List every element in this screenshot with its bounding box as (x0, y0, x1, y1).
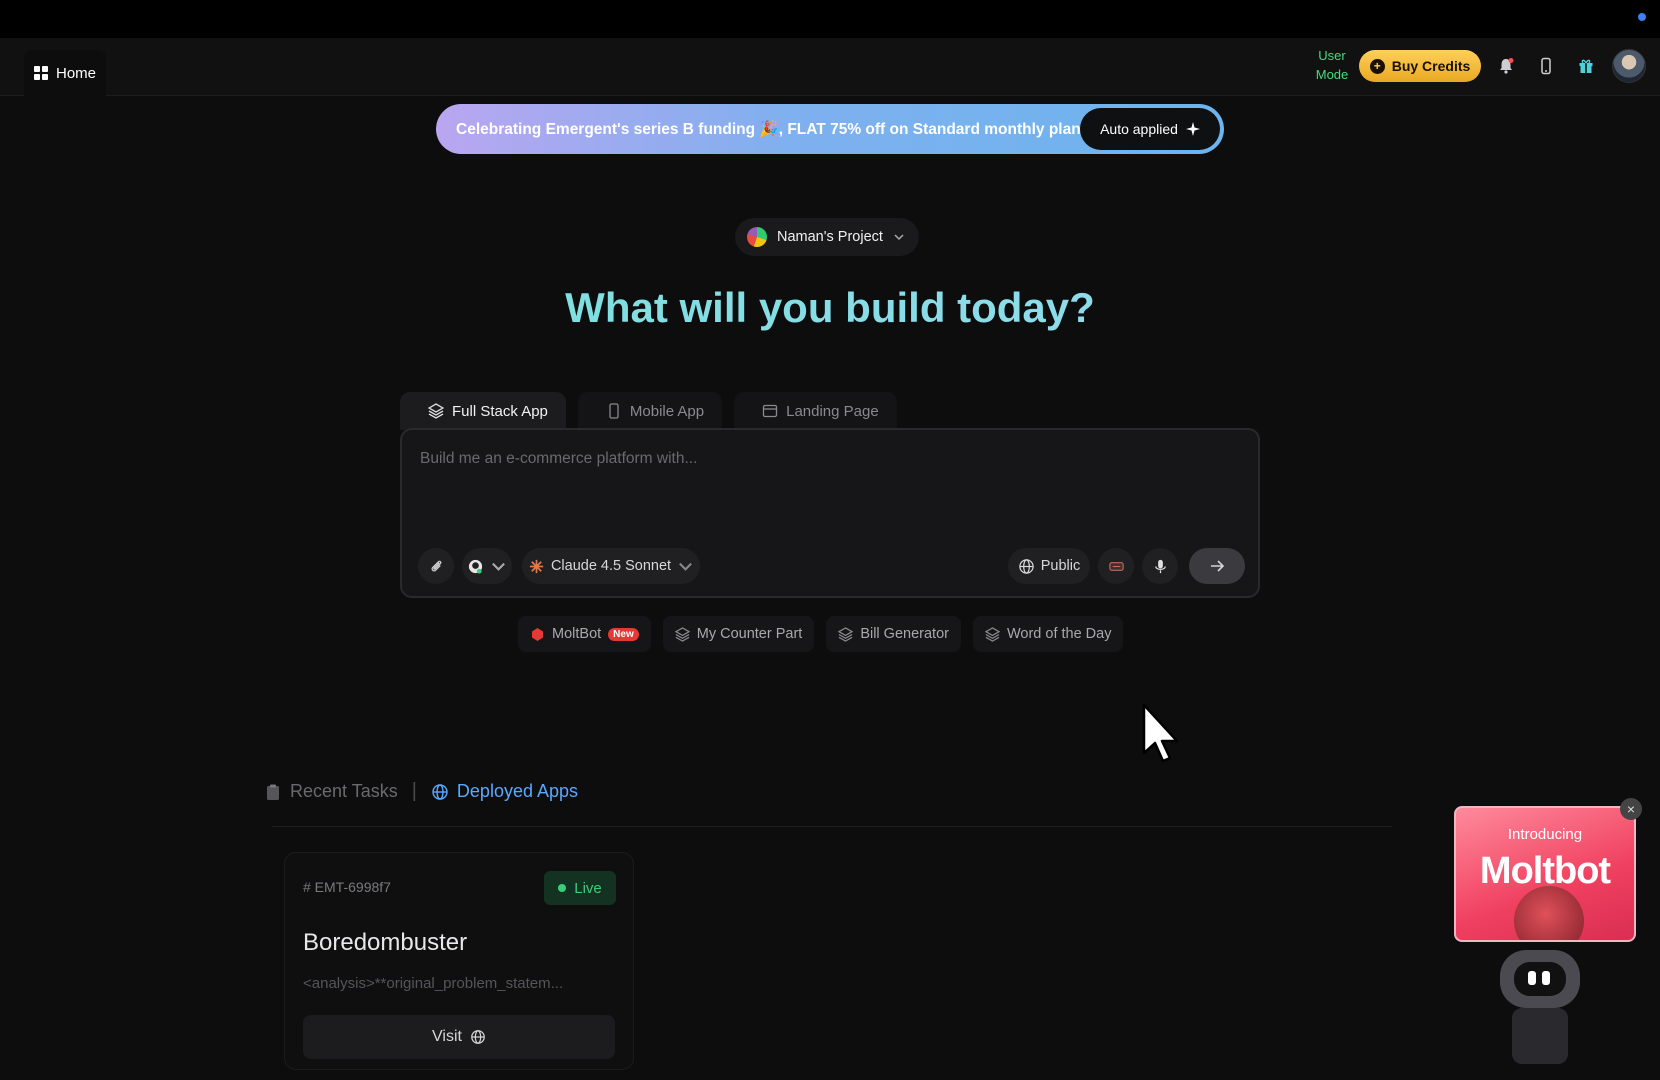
tab-label: Landing Page (786, 402, 879, 420)
buy-credits-label: Buy Credits (1391, 58, 1471, 74)
mcp-button[interactable] (1098, 548, 1134, 584)
mouse-pointer-icon (1142, 703, 1179, 763)
chip-moltbot[interactable]: MoltBot New (518, 616, 651, 652)
globe-icon (1019, 558, 1034, 574)
grid-icon (34, 66, 48, 80)
moltbot-icon (532, 627, 543, 641)
promo-banner: Celebrating Emergent's series B funding … (436, 104, 1224, 154)
banner-text: Celebrating Emergent's series B funding … (456, 120, 1085, 138)
tab-recent-tasks[interactable]: Recent Tasks (264, 781, 398, 802)
chip-word-of-the-day[interactable]: Word of the Day (972, 616, 1124, 652)
github-repo-selector[interactable] (462, 548, 512, 584)
tab-label: Recent Tasks (290, 781, 398, 801)
phone-icon (1541, 57, 1551, 75)
visit-button[interactable]: Visit (303, 1015, 615, 1059)
tab-deployed-apps[interactable]: Deployed Apps (431, 781, 578, 802)
window-icon (762, 404, 778, 418)
app-description: <analysis>**original_problem_statem... (303, 975, 564, 992)
app-type-tabs: Full Stack App Mobile App Landing Page (400, 392, 897, 430)
chip-label: Bill Generator (860, 626, 949, 642)
chip-label: My Counter Part (696, 626, 803, 642)
chip-label: MoltBot (552, 626, 602, 642)
close-icon[interactable]: × (1620, 798, 1642, 820)
app-title: Boredombuster (303, 929, 468, 956)
arrow-right-icon (1211, 560, 1225, 572)
home-label: Home (56, 64, 97, 82)
tab-mobile-app[interactable]: Mobile App (577, 392, 723, 430)
prompt-input[interactable] (420, 450, 1240, 510)
coin-icon: + (1369, 58, 1385, 74)
new-badge: New (608, 627, 639, 641)
chip-label: Word of the Day (1006, 626, 1112, 642)
prompt-composer: Claude 4.5 Sonnet Public (400, 428, 1260, 598)
app-id: # EMT-6998f7 (303, 879, 391, 895)
sparkle-icon (1185, 122, 1200, 136)
app-header: Home User Mode + Buy Credits (0, 38, 1660, 96)
phone-icon (609, 403, 619, 419)
section-divider (272, 826, 1392, 827)
project-selector[interactable]: Naman's Project (735, 218, 919, 256)
tab-separator: | (411, 780, 417, 802)
chevron-down-icon (894, 234, 904, 241)
layers-icon (838, 626, 854, 642)
layers-icon (674, 626, 690, 642)
home-tab[interactable]: Home (24, 50, 107, 96)
moltbot-promo-card[interactable]: Introducing Moltbot (1454, 806, 1636, 942)
mcp-icon (1108, 561, 1124, 571)
chip-bill-generator[interactable]: Bill Generator (826, 616, 961, 652)
project-orb-icon (747, 227, 767, 247)
user-mode-toggle[interactable]: User Mode (1312, 46, 1352, 84)
status-label: Live (574, 879, 602, 897)
user-avatar[interactable] (1612, 49, 1646, 83)
gift-icon (1579, 59, 1593, 73)
visibility-label: Public (1040, 558, 1081, 574)
clipboard-icon (267, 784, 279, 800)
live-dot-icon (558, 884, 567, 892)
status-dot (1638, 13, 1646, 21)
model-name: Claude 4.5 Sonnet (550, 558, 672, 574)
section-tabs: Recent Tasks | Deployed Apps (264, 780, 578, 803)
tab-label: Full Stack App (452, 402, 548, 420)
auto-applied-button[interactable]: Auto applied (1080, 108, 1220, 150)
gift-button[interactable] (1570, 50, 1602, 82)
send-button[interactable] (1189, 548, 1245, 584)
model-selector[interactable]: Claude 4.5 Sonnet (522, 548, 700, 584)
globe-icon (432, 783, 448, 800)
tab-label: Deployed Apps (456, 781, 579, 801)
mobile-preview-button[interactable] (1530, 50, 1562, 82)
chevron-down-icon (679, 562, 692, 571)
layers-icon (428, 403, 444, 419)
status-badge: Live (544, 871, 616, 905)
visibility-toggle[interactable]: Public (1008, 548, 1090, 584)
bell-icon (1500, 58, 1514, 74)
voice-input-button[interactable] (1142, 548, 1178, 584)
tab-full-stack-app[interactable]: Full Stack App (400, 392, 566, 430)
attach-button[interactable] (418, 548, 454, 584)
paperclip-icon (430, 560, 441, 572)
deployed-app-card: # EMT-6998f7 Live Boredombuster <analysi… (284, 852, 634, 1070)
project-name: Naman's Project (777, 229, 883, 245)
page-headline: What will you build today? (0, 284, 1660, 332)
buy-credits-button[interactable]: + Buy Credits (1359, 50, 1481, 82)
robot-mascot-icon (1500, 950, 1580, 1064)
tab-landing-page[interactable]: Landing Page (734, 392, 897, 430)
globe-icon (471, 1030, 485, 1044)
chevron-down-icon (492, 562, 505, 571)
robot-head-icon (1514, 886, 1584, 940)
github-icon (468, 559, 483, 574)
template-chips: MoltBot New My Counter Part Bill Generat… (518, 616, 1124, 652)
auto-applied-label: Auto applied (1100, 121, 1178, 137)
top-system-strip (0, 0, 1660, 38)
promo-intro: Introducing (1507, 826, 1583, 843)
tab-label: Mobile App (629, 402, 705, 420)
layers-icon (984, 626, 1000, 642)
microphone-icon (1154, 559, 1166, 573)
chip-my-counter-part[interactable]: My Counter Part (662, 616, 815, 652)
notifications-button[interactable] (1490, 50, 1522, 82)
visit-label: Visit (432, 1028, 462, 1045)
claude-icon (529, 559, 544, 573)
